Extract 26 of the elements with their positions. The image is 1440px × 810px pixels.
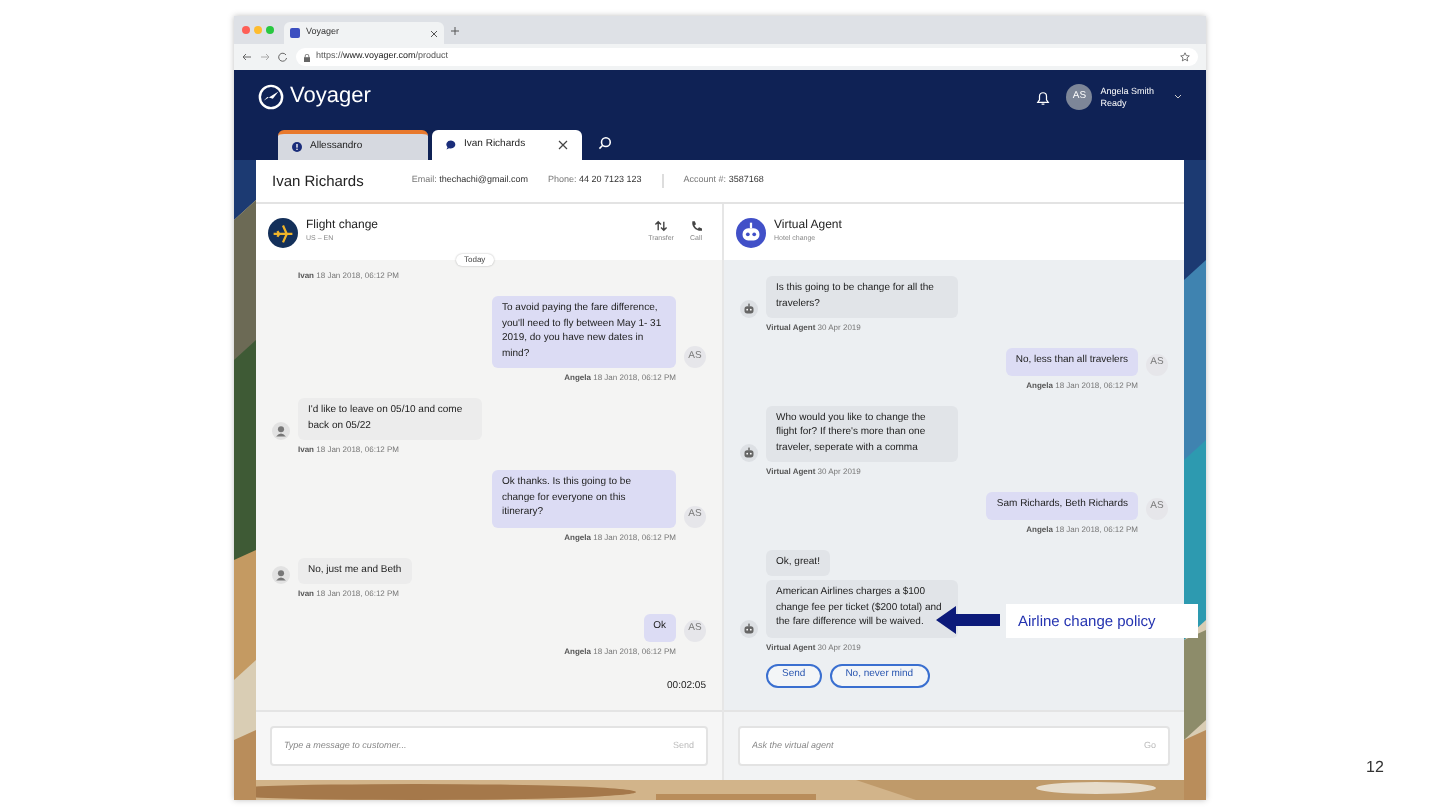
slide-number: 12 — [1366, 756, 1384, 780]
close-icon[interactable] — [430, 29, 438, 37]
close-icon[interactable] — [558, 140, 568, 150]
bookmark-star-icon[interactable] — [1180, 52, 1190, 62]
robot-icon — [736, 217, 766, 247]
lock-icon — [304, 53, 310, 61]
alert-icon — [292, 142, 302, 152]
robot-icon — [740, 300, 758, 318]
site-icon — [290, 28, 300, 38]
person-icon — [272, 422, 290, 440]
logo-icon — [258, 84, 284, 110]
robot-icon — [740, 444, 758, 462]
arrow-icon — [936, 606, 1000, 634]
transfer-icon — [654, 219, 669, 232]
airplane-icon — [268, 217, 298, 247]
close-window-icon[interactable] — [242, 26, 250, 34]
person-icon — [272, 566, 290, 584]
new-tab-icon[interactable] — [450, 25, 460, 35]
search-icon[interactable] — [598, 135, 612, 149]
robot-icon — [740, 619, 758, 637]
reload-icon[interactable] — [278, 52, 288, 62]
phone-icon — [689, 219, 702, 232]
back-icon[interactable] — [242, 52, 252, 62]
chat-icon — [446, 140, 456, 150]
notification-bell-icon[interactable] — [1036, 89, 1051, 105]
app-logo: Voyager — [290, 82, 373, 113]
